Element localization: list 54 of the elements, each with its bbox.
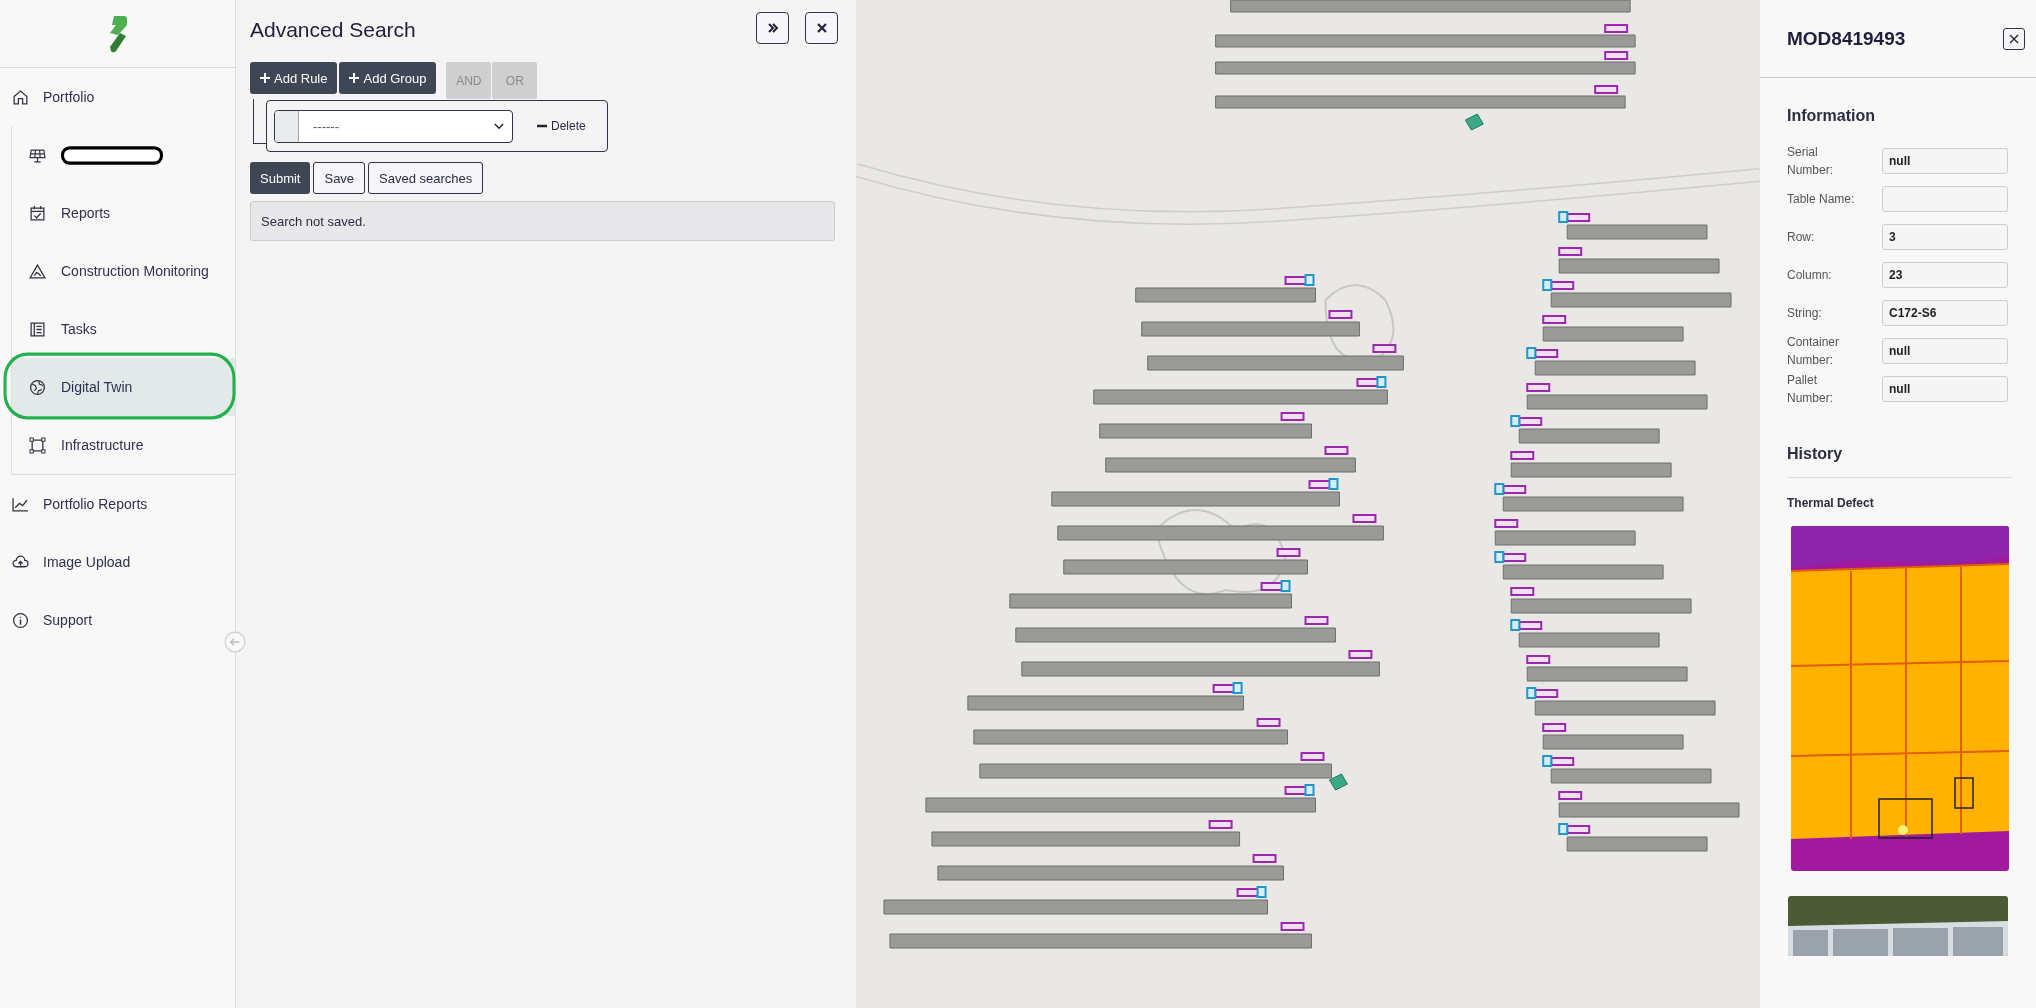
plus-icon xyxy=(349,73,360,83)
field-label: Pallet Number: xyxy=(1787,372,1834,407)
nav-item[interactable]: Portfolio Reports xyxy=(0,475,235,533)
nav-item[interactable]: Infrastructure xyxy=(12,416,235,474)
plus-icon xyxy=(260,73,270,83)
nav-item[interactable]: Tasks xyxy=(12,300,235,358)
chart-icon xyxy=(12,495,29,513)
globe-icon xyxy=(29,378,46,396)
action-button[interactable]: Save xyxy=(313,162,366,194)
nav-item[interactable]: Reports xyxy=(12,184,235,242)
nav-item[interactable]: Portfolio xyxy=(0,68,235,126)
field-label: Table Name: xyxy=(1787,191,1856,208)
input-field[interactable]: 3 xyxy=(1882,224,2008,250)
module-title: MOD8419493 xyxy=(1787,27,1906,50)
field-select[interactable]: ------ xyxy=(274,109,513,143)
nav-item[interactable]: Construction Monitoring xyxy=(12,242,235,300)
nav-item[interactable]: Image Upload xyxy=(0,533,235,591)
close-icon xyxy=(815,22,828,34)
nav-item[interactable]: Support xyxy=(0,591,235,649)
field-label: String: xyxy=(1787,305,1823,322)
field-label: Row: xyxy=(1787,229,1816,246)
home-icon xyxy=(12,88,29,106)
field-label: Column: xyxy=(1787,267,1833,284)
input-field[interactable]: C172-S6 xyxy=(1882,300,2008,326)
input-field[interactable] xyxy=(1882,186,2008,212)
field-label: Serial Number: xyxy=(1787,144,1834,179)
panel-title: Advanced Search xyxy=(250,18,416,42)
field-label: Container Number: xyxy=(1787,334,1841,369)
list-icon xyxy=(29,320,46,338)
add-button[interactable]: Add Group xyxy=(339,62,437,94)
history-title: Thermal Defect xyxy=(1787,496,1875,510)
input-field[interactable]: 23 xyxy=(1882,262,2008,288)
input-field[interactable]: null xyxy=(1882,338,2008,364)
minus-icon xyxy=(537,124,547,128)
status-message: Search not saved. xyxy=(250,201,835,241)
expand-button[interactable] xyxy=(756,12,789,44)
action-button[interactable]: Submit xyxy=(250,162,311,194)
collapse-handle-icon[interactable] xyxy=(224,631,246,653)
close-button[interactable] xyxy=(2003,27,2025,50)
section-title: Information xyxy=(1787,107,1876,125)
action-button[interactable]: Saved searches xyxy=(368,162,484,194)
close-icon xyxy=(2009,33,2019,44)
nav-item[interactable]: Digital Twin xyxy=(12,358,235,416)
bounding-box-icon xyxy=(29,436,46,454)
section-title: History xyxy=(1787,445,1844,463)
chevron-down-icon xyxy=(494,122,504,130)
input-field[interactable]: null xyxy=(1882,376,2008,402)
input-field[interactable]: null xyxy=(1882,148,2008,174)
add-button[interactable]: Add Rule xyxy=(250,62,338,94)
calendar-check-icon xyxy=(29,204,46,222)
info-icon xyxy=(12,611,29,629)
double-chevron-icon xyxy=(766,22,779,34)
close-button[interactable] xyxy=(805,12,838,44)
delete-button[interactable]: Delete xyxy=(535,117,588,135)
